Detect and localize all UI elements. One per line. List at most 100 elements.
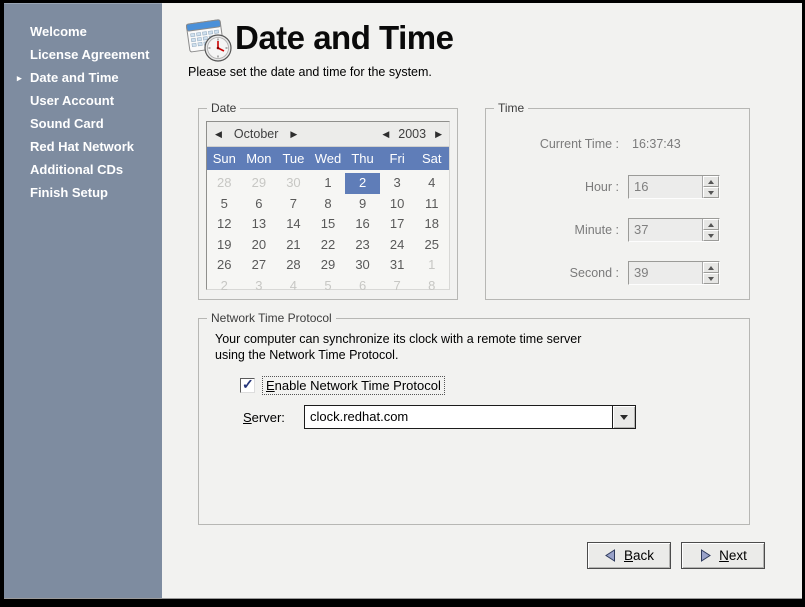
spin-down-icon[interactable] <box>703 230 719 241</box>
calendar-day[interactable]: 9 <box>345 194 380 215</box>
calendar-day[interactable]: 11 <box>414 194 449 215</box>
calendar-day[interactable]: 12 <box>207 214 242 235</box>
day-header-sun: Sun <box>207 151 242 166</box>
calendar-day[interactable]: 3 <box>242 276 277 297</box>
second-spinner[interactable]: 39 <box>628 261 720 285</box>
prev-month-icon[interactable]: ◀ <box>211 129 226 140</box>
calendar-day[interactable]: 2 <box>207 276 242 297</box>
calendar-day[interactable]: 13 <box>242 214 277 235</box>
calendar-day[interactable]: 3 <box>380 173 415 194</box>
back-button-label: Back <box>624 548 654 563</box>
calendar-day-headers: SunMonTueWedThuFriSat <box>207 147 449 170</box>
spin-up-icon[interactable] <box>703 262 719 273</box>
calendar-day[interactable]: 19 <box>207 235 242 256</box>
enable-ntp-row: ✓ Enable Network Time Protocol <box>240 376 445 395</box>
hour-spinner[interactable]: 16 <box>628 175 720 199</box>
main-content: Date and Time Please set the date and ti… <box>162 3 802 598</box>
calendar-day[interactable]: 26 <box>207 255 242 276</box>
spin-up-icon[interactable] <box>703 176 719 187</box>
calendar-day-selected[interactable]: 2 <box>345 173 380 194</box>
date-groupbox: Date ◀ October ▶ ◀ 2003 ▶ SunMonTueWedTh… <box>198 108 458 300</box>
second-value[interactable]: 39 <box>629 262 702 284</box>
calendar-day[interactable]: 4 <box>414 173 449 194</box>
sidebar-item-label: Welcome <box>30 24 87 39</box>
calendar-day[interactable]: 14 <box>276 214 311 235</box>
sidebar-item-license-agreement: ▸License Agreement <box>4 43 162 66</box>
calendar-day[interactable]: 5 <box>207 194 242 215</box>
combobox-dropdown-icon[interactable] <box>612 405 636 429</box>
sidebar-item-label: Red Hat Network <box>30 139 134 154</box>
sidebar-item-label: Additional CDs <box>30 162 123 177</box>
calendar-day[interactable]: 28 <box>276 255 311 276</box>
calendar-day[interactable]: 1 <box>311 173 346 194</box>
calendar-day[interactable]: 25 <box>414 235 449 256</box>
day-header-mon: Mon <box>242 151 277 166</box>
server-label: Server: <box>243 410 304 425</box>
minute-spinner[interactable]: 37 <box>628 218 720 242</box>
calendar-day[interactable]: 10 <box>380 194 415 215</box>
calendar-day[interactable]: 24 <box>380 235 415 256</box>
calendar-day[interactable]: 7 <box>380 276 415 297</box>
calendar-header: ◀ October ▶ ◀ 2003 ▶ <box>207 122 449 147</box>
current-time-value: 16:37:43 <box>628 137 681 151</box>
spin-down-icon[interactable] <box>703 187 719 198</box>
hour-label: Hour : <box>494 180 628 194</box>
calendar-day[interactable]: 28 <box>207 173 242 194</box>
back-arrow-icon <box>604 549 617 562</box>
sidebar-item-red-hat-network: ▸Red Hat Network <box>4 135 162 158</box>
calendar-day[interactable]: 1 <box>414 255 449 276</box>
hour-value[interactable]: 16 <box>629 176 702 198</box>
calendar-day[interactable]: 8 <box>311 194 346 215</box>
sidebar-item-finish-setup: ▸Finish Setup <box>4 181 162 204</box>
time-groupbox: Time Current Time : 16:37:43 Hour :16Min… <box>485 108 750 300</box>
calendar-day[interactable]: 27 <box>242 255 277 276</box>
calendar-day[interactable]: 5 <box>311 276 346 297</box>
second-row: Second :39 <box>494 261 737 285</box>
page-subtitle: Please set the date and time for the sys… <box>188 65 432 79</box>
minute-row: Minute :37 <box>494 218 737 242</box>
enable-ntp-checkbox[interactable]: ✓ <box>240 378 255 393</box>
enable-ntp-label[interactable]: Enable Network Time Protocol <box>262 376 445 395</box>
calendar-day[interactable]: 8 <box>414 276 449 297</box>
sidebar-item-sound-card: ▸Sound Card <box>4 112 162 135</box>
calendar-day[interactable]: 30 <box>345 255 380 276</box>
calendar-clock-icon <box>182 16 234 66</box>
calendar-day[interactable]: 17 <box>380 214 415 235</box>
calendar-day[interactable]: 6 <box>242 194 277 215</box>
calendar-day[interactable]: 29 <box>311 255 346 276</box>
ntp-description-line2: using the Network Time Protocol. <box>215 348 398 362</box>
calendar-day[interactable]: 30 <box>276 173 311 194</box>
day-header-thu: Thu <box>345 151 380 166</box>
minute-label: Minute : <box>494 223 628 237</box>
spin-down-icon[interactable] <box>703 273 719 284</box>
server-combobox-input[interactable]: clock.redhat.com <box>304 405 612 429</box>
prev-year-icon[interactable]: ◀ <box>378 129 393 140</box>
calendar-grid: 2829301234567891011121314151617181920212… <box>207 170 449 296</box>
ntp-groupbox-legend: Network Time Protocol <box>207 311 336 325</box>
calendar-day[interactable]: 16 <box>345 214 380 235</box>
next-month-icon[interactable]: ▶ <box>286 129 301 140</box>
day-header-tue: Tue <box>276 151 311 166</box>
calendar-day[interactable]: 15 <box>311 214 346 235</box>
calendar-day[interactable]: 31 <box>380 255 415 276</box>
calendar-month-label: October <box>234 127 278 141</box>
current-time-row: Current Time : 16:37:43 <box>494 137 737 151</box>
back-button[interactable]: Back <box>587 542 671 569</box>
calendar-day[interactable]: 7 <box>276 194 311 215</box>
calendar-day[interactable]: 20 <box>242 235 277 256</box>
calendar-day[interactable]: 4 <box>276 276 311 297</box>
calendar-day[interactable]: 21 <box>276 235 311 256</box>
calendar-day[interactable]: 6 <box>345 276 380 297</box>
spin-up-icon[interactable] <box>703 219 719 230</box>
calendar-day[interactable]: 29 <box>242 173 277 194</box>
current-step-arrow-icon: ▸ <box>17 71 22 86</box>
calendar-day[interactable]: 18 <box>414 214 449 235</box>
next-year-icon[interactable]: ▶ <box>431 129 446 140</box>
ntp-description-line1: Your computer can synchronize its clock … <box>215 332 581 346</box>
sidebar-item-label: License Agreement <box>30 47 149 62</box>
calendar-day[interactable]: 22 <box>311 235 346 256</box>
calendar-day[interactable]: 23 <box>345 235 380 256</box>
next-button[interactable]: Next <box>681 542 765 569</box>
day-header-wed: Wed <box>311 151 346 166</box>
minute-value[interactable]: 37 <box>629 219 702 241</box>
